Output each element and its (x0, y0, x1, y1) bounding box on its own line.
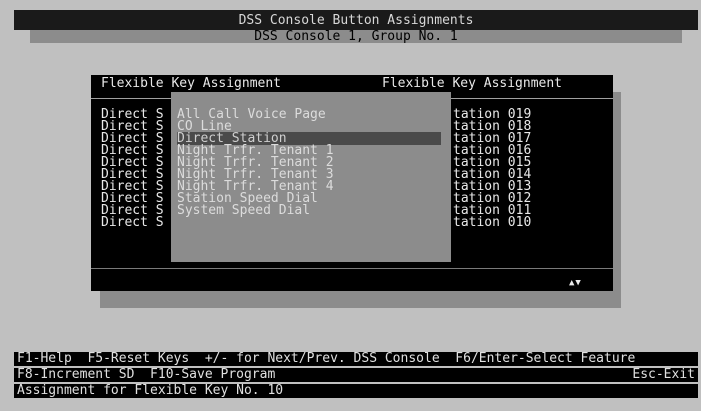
status-line-3: Assignment for Flexible Key No. 10 (14, 384, 698, 398)
assignment-info: Assignment for Flexible Key No. 10 (17, 383, 284, 398)
function-keys-save: F8-Increment SD F10-Save Program (17, 367, 276, 382)
exit-key[interactable]: Esc-Exit (632, 368, 695, 381)
status-line-2: F8-Increment SD F10-Save Program Esc-Exi… (14, 368, 698, 382)
feature-option[interactable]: System Speed Dial (177, 204, 437, 217)
scroll-arrows-icon[interactable]: ▲▼ (569, 279, 582, 288)
status-line-1: F1-Help F5-Reset Keys +/- for Next/Prev.… (14, 352, 698, 366)
page-title: DSS Console Button Assignments (238, 13, 474, 28)
column-header-right: Flexible Key Assignment (382, 76, 563, 91)
grid-divider (91, 268, 613, 269)
column-header-left: Flexible Key Assignment (101, 76, 282, 91)
key-row-left[interactable]: Direct S (101, 216, 164, 229)
key-row-right[interactable]: tation 010 (453, 216, 531, 229)
function-keys-help: F1-Help F5-Reset Keys +/- for Next/Prev.… (17, 351, 636, 366)
page-subtitle: DSS Console 1, Group No. 1 (254, 29, 458, 44)
